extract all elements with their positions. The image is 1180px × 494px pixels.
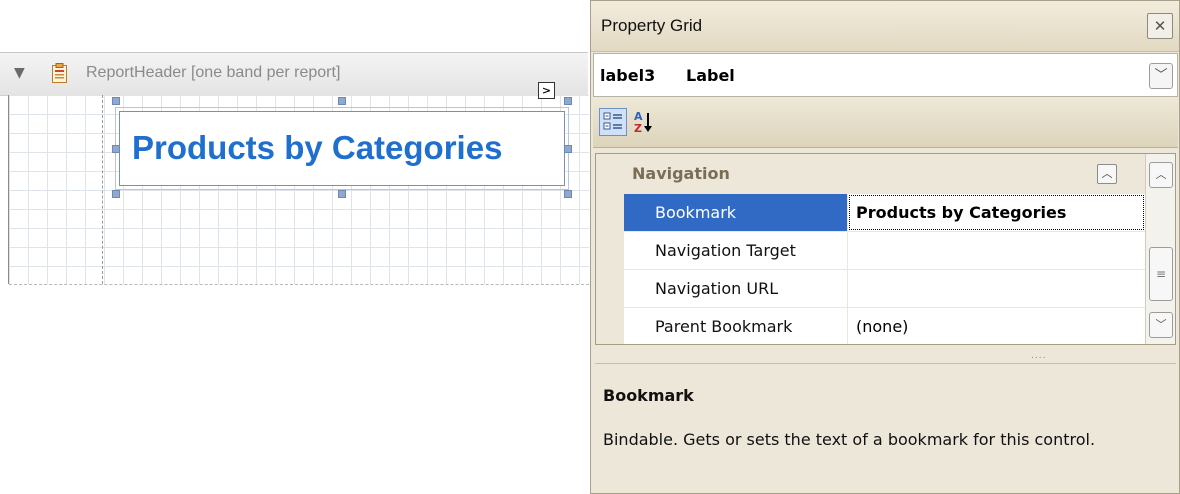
- label-text: Products by Categories: [132, 129, 503, 166]
- property-value[interactable]: Products by Categories: [848, 194, 1145, 231]
- object-selector[interactable]: label3 Label ﹀: [593, 53, 1178, 97]
- property-grid-panel: Property Grid ✕ label3 Label ﹀ A Z Navig…: [590, 0, 1180, 494]
- property-name[interactable]: Parent Bookmark: [624, 308, 848, 344]
- resize-handle[interactable]: [112, 145, 120, 153]
- categorized-view-icon[interactable]: [599, 108, 627, 136]
- property-grid-toolbar: A Z: [593, 99, 1178, 148]
- selected-object-name: label3: [600, 66, 656, 85]
- band-title: ReportHeader [one band per report]: [86, 64, 341, 81]
- resize-handle[interactable]: [338, 97, 346, 105]
- resize-handle[interactable]: [564, 97, 572, 105]
- description-panel: Bookmark Bindable. Gets or sets the text…: [595, 363, 1176, 490]
- resize-handle[interactable]: [112, 97, 120, 105]
- property-row[interactable]: Parent Bookmark (none): [624, 308, 1145, 344]
- scroll-thumb-icon[interactable]: ≡: [1149, 247, 1173, 301]
- collapse-category-icon[interactable]: ︿: [1097, 164, 1117, 184]
- property-name[interactable]: Bookmark: [624, 194, 848, 231]
- selected-object-type: Label: [686, 66, 735, 85]
- description-text: Bindable. Gets or sets the text of a boo…: [603, 430, 1096, 449]
- label-control[interactable]: Products by Categories: [115, 107, 569, 190]
- resize-handle[interactable]: [338, 190, 346, 198]
- property-value[interactable]: [848, 270, 1145, 307]
- property-name[interactable]: Navigation URL: [624, 270, 848, 307]
- property-name[interactable]: Navigation Target: [624, 232, 848, 269]
- scroll-down-icon[interactable]: ﹀: [1149, 312, 1173, 338]
- vertical-scrollbar[interactable]: ︿ ≡ ﹀: [1145, 154, 1175, 344]
- description-title: Bookmark: [603, 386, 694, 405]
- dropdown-arrow-icon[interactable]: ﹀: [1149, 63, 1173, 89]
- resize-handle[interactable]: [112, 190, 120, 198]
- panel-title-bar[interactable]: Property Grid ✕: [591, 1, 1179, 52]
- smart-tag-icon[interactable]: >: [538, 82, 555, 99]
- resize-handle[interactable]: [564, 190, 572, 198]
- resize-handle[interactable]: [564, 145, 572, 153]
- scroll-up-icon[interactable]: ︿: [1149, 162, 1173, 188]
- collapse-arrow-icon[interactable]: ▼: [14, 65, 25, 81]
- property-row[interactable]: Bookmark Products by Categories: [624, 194, 1145, 232]
- property-row[interactable]: Navigation Target: [624, 232, 1145, 270]
- report-header-band-icon: [52, 63, 67, 83]
- margin-line: [102, 95, 103, 284]
- svg-text:Z: Z: [634, 122, 642, 135]
- property-value[interactable]: (none): [848, 308, 1145, 344]
- band-bottom-line: [9, 284, 589, 285]
- report-header-band-strip[interactable]: ▼ ReportHeader [one band per report]: [0, 52, 588, 96]
- panel-title: Property Grid: [601, 16, 703, 35]
- category-label: Navigation: [632, 164, 730, 183]
- category-row[interactable]: Navigation ︿: [596, 154, 1145, 194]
- close-icon[interactable]: ✕: [1147, 13, 1173, 39]
- property-row[interactable]: Navigation URL: [624, 270, 1145, 308]
- alphabetical-sort-icon[interactable]: A Z: [631, 108, 659, 136]
- property-list: Navigation ︿ Bookmark Products by Catego…: [595, 153, 1176, 345]
- property-value[interactable]: [848, 232, 1145, 269]
- description-splitter[interactable]: ....: [1031, 351, 1046, 361]
